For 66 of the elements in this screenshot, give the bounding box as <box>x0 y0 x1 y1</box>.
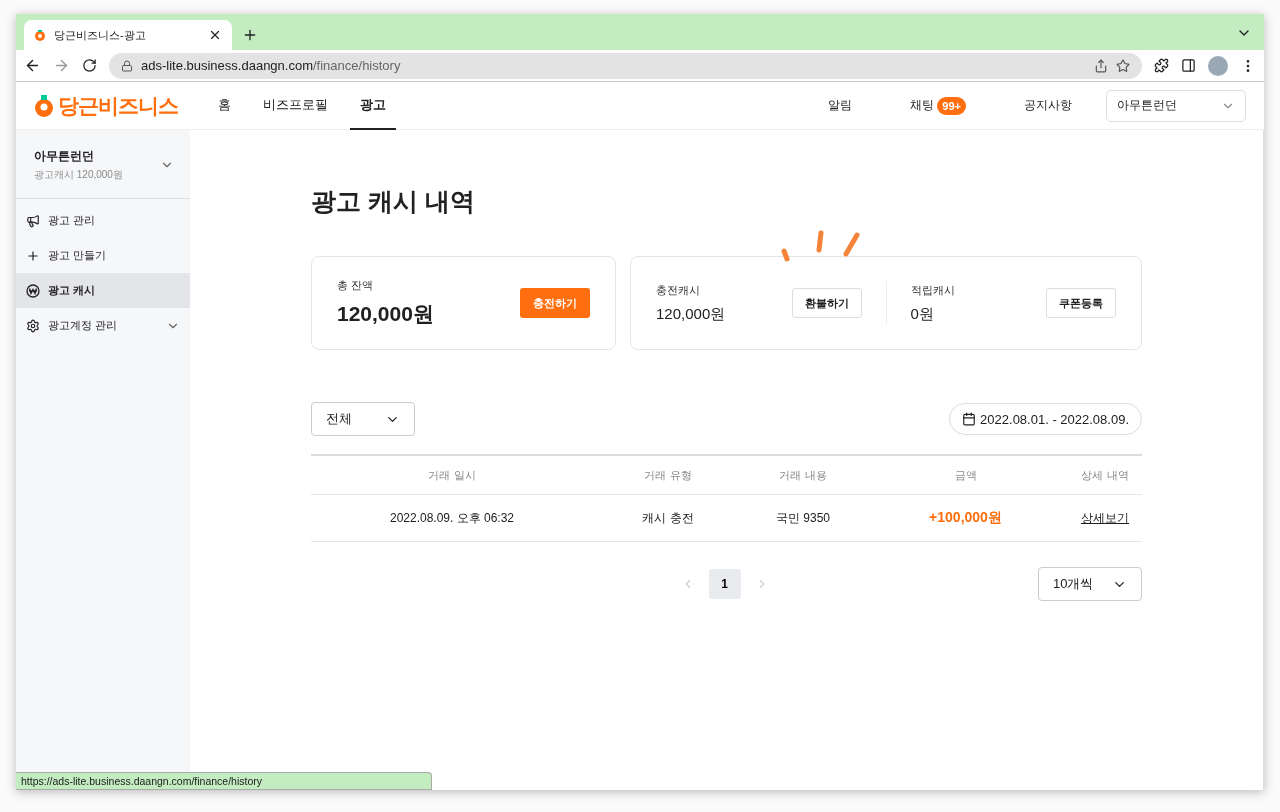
carrot-logo-icon <box>34 92 54 119</box>
header-link[interactable]: 채팅 <box>910 97 935 114</box>
won-icon <box>26 283 40 298</box>
account-cash: 광고캐시 120,000원 <box>34 168 123 182</box>
column-header: 금액 <box>954 467 977 483</box>
table-cell: 캐시 충전 <box>642 509 694 527</box>
sidebar-item-label: 광고계정 관리 <box>48 318 119 333</box>
sidebar-item[interactable]: 광고 관리 <box>16 203 190 238</box>
balance-label: 총 잔액 <box>337 278 375 293</box>
table-cell: 2022.08.09. 오후 06:32 <box>389 509 515 527</box>
sidebar-item-label: 광고 관리 <box>48 213 97 228</box>
cash-action-button[interactable]: 환불하기 <box>791 288 862 318</box>
cash-label: 적립캐시 <box>910 282 955 298</box>
cash-action-button[interactable]: 쿠폰등록 <box>1046 288 1116 318</box>
carrot-favicon-icon <box>34 28 46 42</box>
nav-tab[interactable]: 홈 <box>208 81 241 130</box>
status-url: https://ads-lite.business.daangn.com/finance/history <box>16 772 432 790</box>
page-title: 광고 캐시 내역 <box>311 186 476 217</box>
date-range-text: 2022.08.01. - 2022.08.09. <box>980 411 1129 427</box>
sidebar-item[interactable]: 광고 만들기 <box>16 238 190 273</box>
page-size-select[interactable]: 10개씩 <box>1038 567 1142 601</box>
type-filter-select[interactable]: 전체 <box>311 402 415 436</box>
forward-icon[interactable] <box>53 57 70 74</box>
amount-cell: +100,000원 <box>929 509 1002 527</box>
tab-title: 당근비즈니스-광고 <box>54 27 147 43</box>
sidebar-item-label: 광고 캐시 <box>48 283 97 298</box>
page-size-value: 10개씩 <box>1053 575 1094 593</box>
bookmark-star-icon[interactable] <box>1116 58 1130 73</box>
account-name: 아무튼런던 <box>34 148 95 165</box>
sidebar-item-label: 광고 만들기 <box>48 248 108 263</box>
lock-icon <box>121 59 133 72</box>
header-link[interactable]: 알림 <box>828 97 853 114</box>
column-header: 거래 유형 <box>644 467 692 483</box>
browser-tab[interactable]: 당근비즈니스-광고 <box>24 20 232 50</box>
extensions-icon[interactable] <box>1154 58 1169 73</box>
column-header: 거래 일시 <box>428 467 476 483</box>
cash-amount: 120,000원 <box>656 304 726 324</box>
type-filter-value: 전체 <box>326 410 352 428</box>
column-header: 상세 내역 <box>1081 467 1129 483</box>
megaphone-icon <box>26 213 40 228</box>
settings-icon <box>26 318 40 333</box>
balance-amount: 120,000원 <box>337 301 434 327</box>
detail-link[interactable]: 상세보기 <box>1081 509 1129 527</box>
back-icon[interactable] <box>24 57 41 74</box>
account-select[interactable]: 아무튼런던 <box>1106 89 1246 122</box>
sidebar-item[interactable]: 광고 캐시 <box>16 273 190 308</box>
column-header: 거래 내용 <box>779 467 827 483</box>
table-cell: 국민 9350 <box>776 509 830 527</box>
cash-label: 충전캐시 <box>656 282 701 298</box>
new-tab-icon[interactable] <box>242 27 258 43</box>
plus-icon <box>26 248 40 263</box>
share-icon[interactable] <box>1094 58 1108 73</box>
cash-amount: 0원 <box>910 304 935 324</box>
side-panel-icon[interactable] <box>1181 58 1196 73</box>
calendar-icon <box>962 412 977 426</box>
sidebar-item[interactable]: 광고계정 관리 <box>16 308 190 343</box>
close-icon[interactable] <box>208 28 222 42</box>
nav-tab[interactable]: 광고 <box>350 81 396 130</box>
count-badge: 99+ <box>937 96 966 115</box>
reload-icon[interactable] <box>82 58 97 73</box>
account-select-value: 아무튼런던 <box>1117 97 1177 114</box>
page-button[interactable]: 1 <box>708 569 741 599</box>
url-text: ads-lite.business.daangn.com/finance/history <box>141 58 402 73</box>
nav-tab[interactable]: 비즈프로필 <box>253 81 338 130</box>
address-bar[interactable]: ads-lite.business.daangn.com/finance/history <box>109 52 1142 79</box>
header-link[interactable]: 공지사항 <box>1024 97 1072 114</box>
